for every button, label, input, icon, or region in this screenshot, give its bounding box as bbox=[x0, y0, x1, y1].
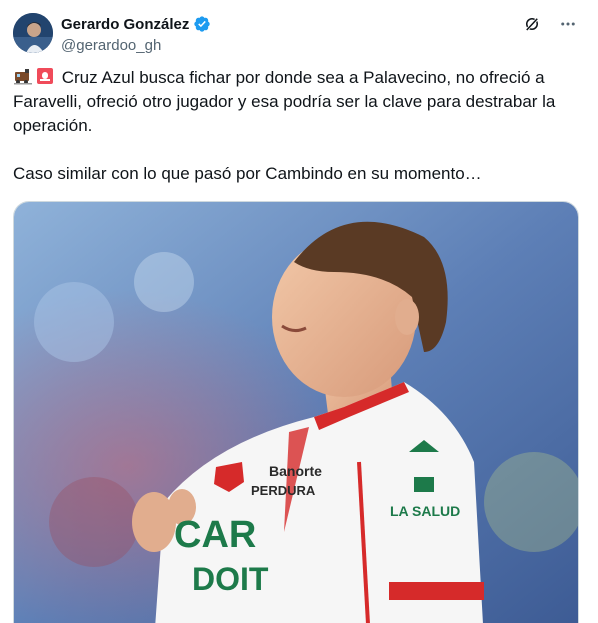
tweet-line-2: Caso similar con lo que pasó por Cambind… bbox=[13, 164, 482, 183]
jersey-banorte: Banorte bbox=[269, 463, 322, 479]
jersey-lasalud: LA SALUD bbox=[390, 503, 460, 519]
avatar[interactable] bbox=[13, 13, 53, 53]
more-icon[interactable] bbox=[558, 14, 578, 34]
jersey-car: CAR bbox=[174, 514, 256, 556]
tweet-media[interactable]: Banorte PERDURA CAR DOIT LA SALUD bbox=[13, 201, 579, 623]
tweet-text: Cruz Azul busca fichar por donde sea a P… bbox=[13, 66, 583, 186]
grok-icon[interactable] bbox=[522, 14, 542, 34]
author-name[interactable]: Gerardo González bbox=[61, 16, 189, 33]
jersey-doit: DOIT bbox=[192, 561, 269, 597]
verified-badge-icon bbox=[193, 15, 211, 33]
player-photo: Banorte PERDURA CAR DOIT LA SALUD bbox=[14, 202, 578, 623]
author-block: Gerardo González @gerardoo_gh bbox=[61, 14, 211, 56]
siren-emoji-icon bbox=[35, 66, 55, 86]
tweet-line-1: Cruz Azul busca fichar por donde sea a P… bbox=[13, 68, 561, 135]
train-emoji-icon bbox=[13, 66, 33, 86]
author-handle[interactable]: @gerardoo_gh bbox=[61, 36, 211, 56]
jersey-perdura: PERDURA bbox=[251, 483, 316, 498]
avatar-image bbox=[13, 13, 53, 53]
top-actions bbox=[522, 14, 578, 34]
tweet-card: Gerardo González @gerardoo_gh Cruz Azul … bbox=[0, 0, 598, 623]
